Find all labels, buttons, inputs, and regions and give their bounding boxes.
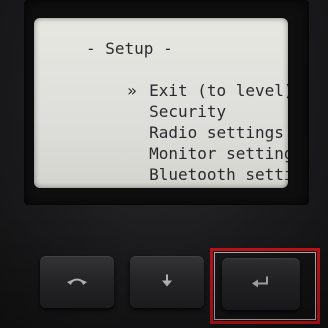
menu-item-label: Monitor settings (149, 144, 288, 163)
menu-title: - Setup - (86, 39, 173, 58)
back-arrow-icon (66, 274, 88, 290)
down-arrow-icon (161, 274, 173, 291)
menu-item-label: Bluetooth settings↓ (149, 165, 288, 184)
lcd-screen: - Setup - » Exit (to level) Security Radi… (34, 18, 288, 188)
menu-item-label: Security (149, 102, 227, 121)
selection-marker: » (127, 81, 137, 100)
menu-item-label: Exit (to level) (149, 81, 288, 100)
menu-item-label: Radio settings (149, 123, 284, 142)
menu: - Setup - » Exit (to level) Security Radi… (42, 38, 288, 184)
device-photo: - Setup - » Exit (to level) Security Radi… (0, 0, 328, 328)
menu-item-exit[interactable]: » Exit (to level) (42, 59, 288, 100)
back-button[interactable] (40, 256, 114, 308)
enter-button-highlight (210, 248, 320, 324)
down-button[interactable] (130, 256, 204, 308)
